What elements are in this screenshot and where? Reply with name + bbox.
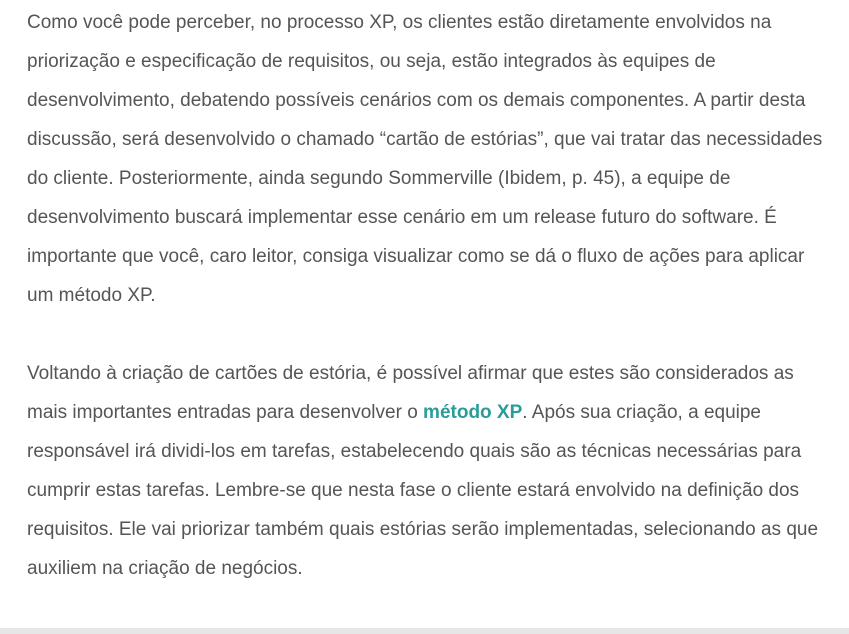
metodo-xp-link[interactable]: método XP xyxy=(423,402,522,423)
horizontal-scrollbar[interactable] xyxy=(0,628,849,634)
article-paragraph-2: Voltando à criação de cartões de estória… xyxy=(27,354,827,588)
article-page: Como você pode perceber, no processo XP,… xyxy=(0,0,849,634)
article-paragraph-1: Como você pode perceber, no processo XP,… xyxy=(27,12,823,306)
paragraph-2-text-end: . Após sua criação, a equipe responsável… xyxy=(27,402,819,579)
